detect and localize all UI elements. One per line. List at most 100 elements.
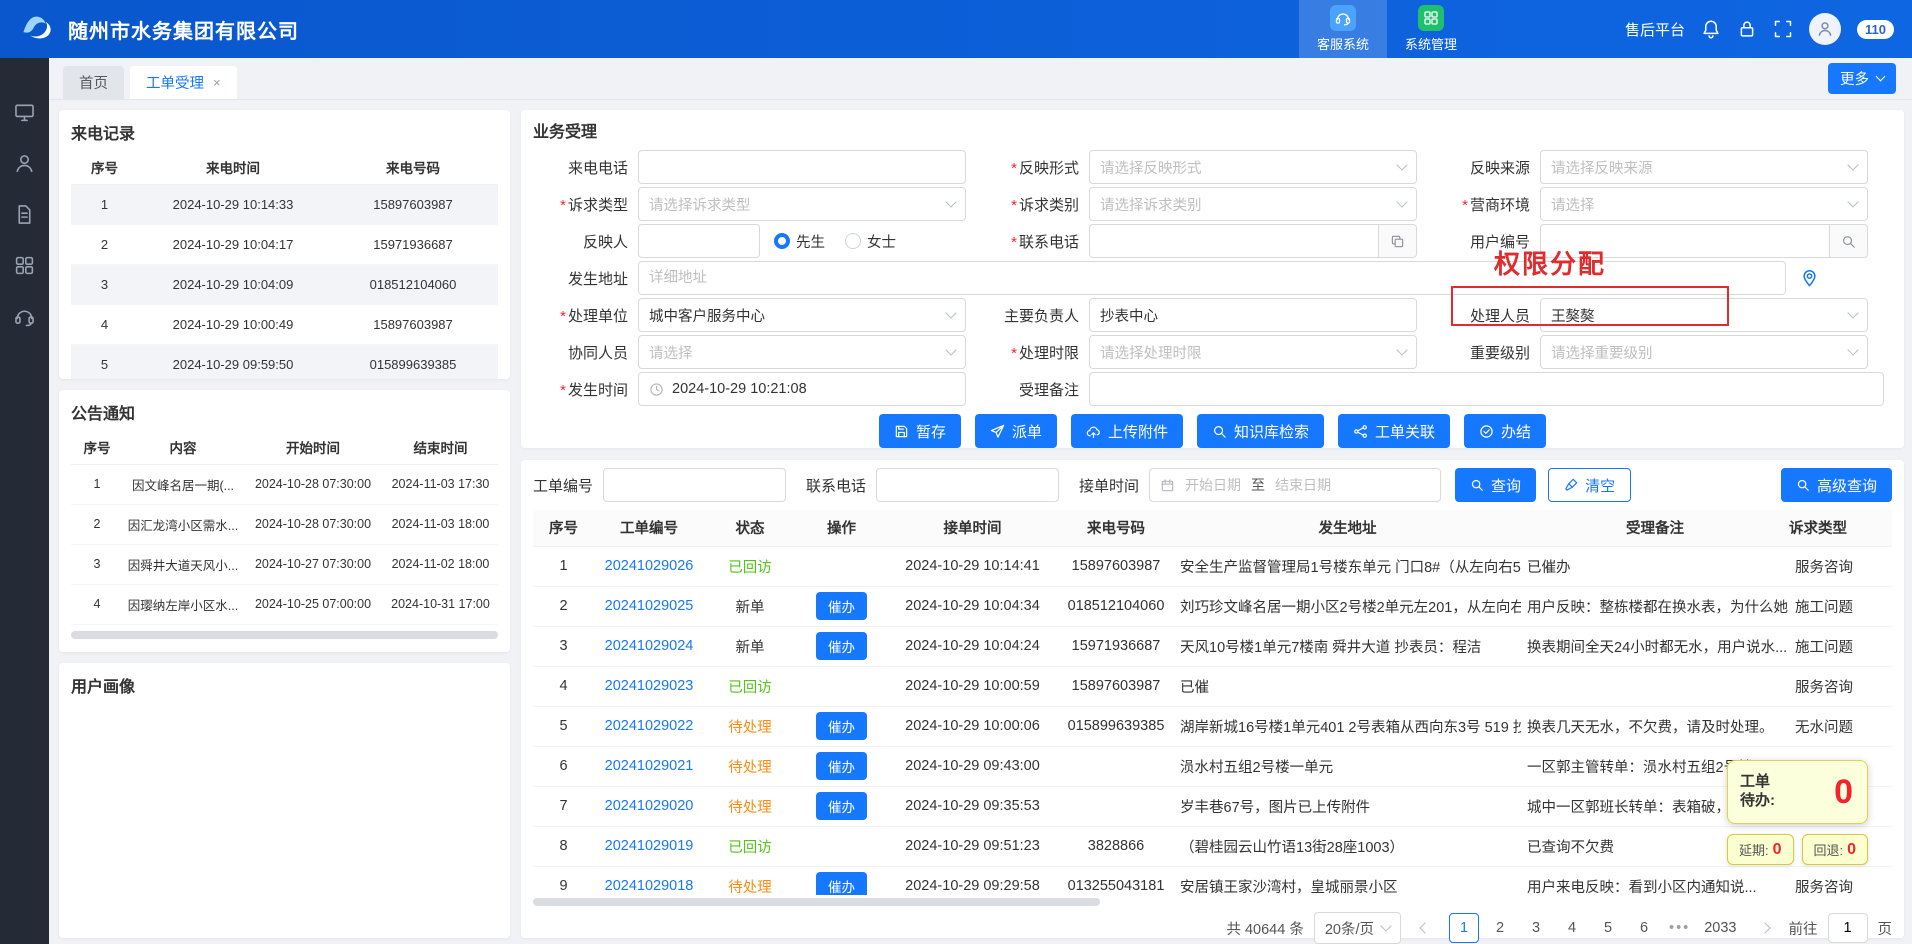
order-row: 2 20241029025 新单 催办 2024-10-29 10:04:34 … xyxy=(533,586,1892,626)
aftersale-platform-link[interactable]: 售后平台 xyxy=(1625,19,1685,40)
panel-title: 公告通知 xyxy=(59,390,510,430)
radio-male[interactable]: 先生 xyxy=(774,231,825,252)
urge-button[interactable]: 催办 xyxy=(816,592,867,620)
knowledge-search-button[interactable]: 知识库检索 xyxy=(1197,414,1324,448)
search-icon[interactable] xyxy=(1830,224,1868,258)
delay-chip[interactable]: 延期:0 xyxy=(1727,834,1794,865)
apps-icon[interactable] xyxy=(14,255,35,276)
finish-button[interactable]: 办结 xyxy=(1464,414,1546,448)
order-no-link[interactable]: 20241029023 xyxy=(605,678,694,694)
field-label: 处理人员 xyxy=(1435,305,1540,326)
call-phone-input[interactable] xyxy=(638,150,966,184)
tab-home[interactable]: 首页 xyxy=(63,66,124,99)
appeal-class-select[interactable]: 请选择诉求类别 xyxy=(1089,187,1417,221)
return-chip[interactable]: 回退:0 xyxy=(1802,834,1869,865)
urge-button[interactable]: 催办 xyxy=(816,872,867,895)
page-size-select[interactable]: 20条/页 xyxy=(1314,912,1401,944)
order-link-button[interactable]: 工单关联 xyxy=(1338,414,1450,448)
content: 来电记录 序号 来电时间 来电号码 1 2024-10-29 10:14:33 xyxy=(49,100,1912,944)
nav-system-admin[interactable]: 系统管理 xyxy=(1387,0,1475,58)
last-page-number[interactable]: 2033 xyxy=(1700,913,1740,943)
order-no-search-input[interactable] xyxy=(603,468,786,502)
date-range-picker[interactable]: 开始日期 至 结束日期 xyxy=(1149,468,1441,502)
page-number[interactable]: 6 xyxy=(1629,913,1659,943)
todo-floating-widget[interactable]: 工单 待办: 0 延期:0 回退:0 xyxy=(1727,760,1868,865)
goto-page-input[interactable] xyxy=(1828,913,1868,943)
call-record-row[interactable]: 3 2024-10-29 10:04:09 018512104060 xyxy=(71,264,498,304)
page-number[interactable]: 4 xyxy=(1557,913,1587,943)
co-person-select[interactable]: 请选择 xyxy=(638,335,966,369)
radio-female[interactable]: 女士 xyxy=(845,231,896,252)
close-tab-icon[interactable]: × xyxy=(213,75,221,90)
page-number[interactable]: 5 xyxy=(1593,913,1623,943)
next-page-button[interactable] xyxy=(1751,914,1779,942)
call-record-row[interactable]: 5 2024-10-29 09:59:50 015899639385 xyxy=(71,344,498,379)
call-record-row[interactable]: 2 2024-10-29 10:04:17 15971936687 xyxy=(71,224,498,264)
order-no-link[interactable]: 20241029018 xyxy=(605,878,694,894)
tab-work-order[interactable]: 工单受理 × xyxy=(130,66,237,99)
dashboard-icon[interactable] xyxy=(14,102,35,123)
prev-page-button[interactable] xyxy=(1411,914,1439,942)
order-no-link[interactable]: 20241029021 xyxy=(605,758,694,774)
upload-attachment-button[interactable]: 上传附件 xyxy=(1071,414,1183,448)
urge-button[interactable]: 催办 xyxy=(816,712,867,740)
announcement-row[interactable]: 4 因璎纳左岸小区水... 2024-10-25 07:00:00 2024-1… xyxy=(71,584,498,624)
field-label: 诉求类型 xyxy=(533,194,638,215)
copy-icon[interactable] xyxy=(1379,224,1417,258)
address-input[interactable] xyxy=(638,261,1786,295)
occur-time-picker[interactable]: 2024-10-29 10:21:08 xyxy=(638,372,966,406)
announcement-row[interactable]: 2 因汇龙湾小区需水... 2024-10-28 07:30:00 2024-1… xyxy=(71,504,498,544)
urge-button[interactable]: 催办 xyxy=(816,752,867,780)
left-column: 来电记录 序号 来电时间 来电号码 1 2024-10-29 10:14:33 xyxy=(59,110,510,938)
call-record-row[interactable]: 1 2024-10-29 10:14:33 15897603987 xyxy=(71,184,498,224)
location-pin-icon[interactable] xyxy=(1800,269,1819,288)
order-no-link[interactable]: 20241029019 xyxy=(605,838,694,854)
order-no-link[interactable]: 20241029020 xyxy=(605,798,694,814)
clear-button[interactable]: 清空 xyxy=(1548,468,1631,502)
biz-env-select[interactable]: 请选择 xyxy=(1540,187,1868,221)
appeal-type-select[interactable]: 请选择诉求类型 xyxy=(638,187,966,221)
horizontal-scrollbar[interactable] xyxy=(71,631,498,639)
advanced-query-button[interactable]: 高级查询 xyxy=(1781,468,1892,502)
urge-button[interactable]: 催办 xyxy=(816,792,867,820)
dispatch-button[interactable]: 派单 xyxy=(975,414,1057,448)
page-number[interactable]: 1 xyxy=(1449,913,1479,943)
accept-remark-input[interactable] xyxy=(1089,372,1884,406)
call-record-row[interactable]: 4 2024-10-29 10:00:49 15897603987 xyxy=(71,304,498,344)
headset-service-icon[interactable] xyxy=(14,306,35,327)
user-avatar[interactable] xyxy=(1809,13,1841,45)
phone-search-input[interactable] xyxy=(876,468,1059,502)
reporter-input[interactable] xyxy=(638,224,760,258)
announcement-row[interactable]: 1 因文峰名居一期(... 2024-10-28 07:30:00 2024-1… xyxy=(71,464,498,504)
handler-select[interactable]: 王獒獒 xyxy=(1540,298,1868,332)
main-person-input[interactable] xyxy=(1089,298,1417,332)
order-no-link[interactable]: 20241029022 xyxy=(605,718,694,734)
page-number[interactable]: 2 xyxy=(1485,913,1515,943)
horizontal-scrollbar[interactable] xyxy=(533,898,1100,906)
save-draft-button[interactable]: 暂存 xyxy=(879,414,961,448)
time-limit-select[interactable]: 请选择处理时限 xyxy=(1089,335,1417,369)
bell-icon[interactable] xyxy=(1701,19,1721,39)
fullscreen-icon[interactable] xyxy=(1773,19,1793,39)
reflect-source-select[interactable]: 请选择反映来源 xyxy=(1540,150,1868,184)
reflect-form-select[interactable]: 请选择反映形式 xyxy=(1089,150,1417,184)
todo-card[interactable]: 工单 待办: 0 xyxy=(1727,760,1868,824)
more-button[interactable]: 更多 xyxy=(1828,63,1896,94)
pages-ellipsis[interactable]: ••• xyxy=(1669,920,1690,936)
handle-unit-select[interactable]: 城中客户服务中心 xyxy=(638,298,966,332)
order-no-link[interactable]: 20241029024 xyxy=(605,638,694,654)
contact-phone-input[interactable] xyxy=(1089,224,1379,258)
page-number[interactable]: 3 xyxy=(1521,913,1551,943)
urge-button[interactable]: 催办 xyxy=(816,632,867,660)
importance-select[interactable]: 请选择重要级别 xyxy=(1540,335,1868,369)
document-icon[interactable] xyxy=(14,204,35,225)
order-no-link[interactable]: 20241029026 xyxy=(605,558,694,574)
top-nav: 客服系统 系统管理 xyxy=(1299,0,1475,58)
announcement-row[interactable]: 3 因舜井大道天风小... 2024-10-27 07:30:00 2024-1… xyxy=(71,544,498,584)
customer-icon[interactable] xyxy=(14,153,35,174)
order-no-link[interactable]: 20241029025 xyxy=(605,598,694,614)
lock-icon[interactable] xyxy=(1737,19,1757,39)
query-button[interactable]: 查询 xyxy=(1455,468,1536,502)
pagination: 共 40644 条 20条/页 123456 ••• 2033 前往 页 xyxy=(533,912,1892,944)
nav-customer-service[interactable]: 客服系统 xyxy=(1299,0,1387,58)
